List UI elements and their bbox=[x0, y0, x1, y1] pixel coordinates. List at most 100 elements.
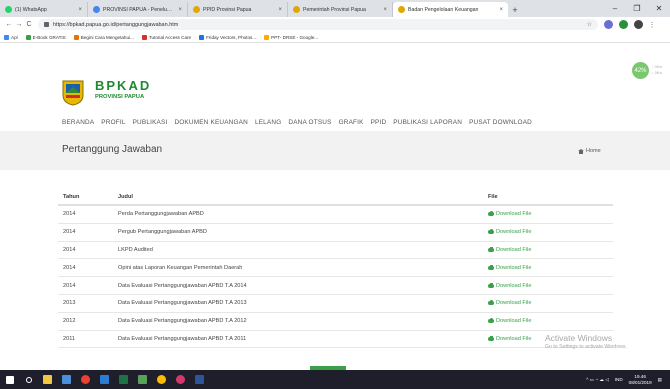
download-file-link[interactable]: Download File bbox=[488, 211, 613, 217]
bookmark-star-icon[interactable]: ☆ bbox=[587, 21, 592, 28]
bookmark-label: Tutorial Access Care bbox=[148, 34, 192, 40]
maximize-icon[interactable]: ❐ bbox=[626, 0, 648, 17]
browser-tab[interactable]: PPID Provinsi Papua × bbox=[188, 2, 288, 17]
tab-label: PPID Provinsi Papua bbox=[203, 6, 252, 13]
table-row: 2014 Pergub Pertanggungjawaban APBD Downlo… bbox=[58, 224, 613, 242]
column-header-judul: Judul bbox=[118, 194, 133, 200]
bookmark-item[interactable]: Apl bbox=[4, 34, 18, 40]
photos-icon[interactable] bbox=[133, 370, 152, 389]
menu-item-lelang[interactable]: LELANG bbox=[255, 119, 281, 126]
bookmark-item[interactable]: Tutorial Access Care bbox=[141, 34, 192, 40]
download-label: Download File bbox=[496, 229, 532, 236]
url-input[interactable]: https://bpkad.papua.go.id/pertanggungjaw… bbox=[38, 19, 598, 30]
language-indicator[interactable]: IND bbox=[615, 377, 623, 382]
table-row: 2012 Data Evaluasi Pertanggungjawaban APB… bbox=[58, 313, 613, 331]
logo-title[interactable]: BPKAD bbox=[95, 78, 151, 93]
search-icon[interactable] bbox=[19, 370, 38, 389]
breadcrumb-home[interactable]: Home bbox=[586, 148, 601, 154]
browser-tab[interactable]: (1) WhatsApp × bbox=[0, 2, 88, 17]
tab-favicon-icon bbox=[93, 6, 100, 13]
table-row: 2013 Data Evaluasi Pertanggungjawaban APB… bbox=[58, 295, 613, 313]
close-window-icon[interactable]: ✕ bbox=[648, 0, 670, 17]
download-file-link[interactable]: Download File bbox=[488, 318, 613, 324]
browser-tab[interactable]: PROVINSI PAPUA - Penelusuran × bbox=[88, 2, 188, 17]
profile-avatar[interactable] bbox=[634, 20, 643, 29]
menu-item-beranda[interactable]: BERANDA bbox=[62, 119, 94, 126]
bookmark-item[interactable]: E-Book GRATIS bbox=[25, 34, 66, 40]
menu-item-grafik[interactable]: GRAFIK bbox=[339, 119, 364, 126]
system-tray: ^ ▭ ◔ ☁ ◁ IND 19.46 08/01/2019 ▤ bbox=[586, 370, 662, 389]
table-header: Tahun Judul File bbox=[58, 190, 613, 206]
bookmark-item[interactable]: Friday Vectors, Photos... bbox=[199, 34, 257, 40]
browser-tab[interactable]: Pemerintah Provinsi Papua × bbox=[288, 2, 393, 17]
forward-icon[interactable]: → bbox=[14, 21, 24, 28]
cell-tahun: 2014 bbox=[63, 211, 76, 218]
menu-item-ppid[interactable]: PPID bbox=[371, 119, 387, 126]
menu-item-dokumen-keuangan[interactable]: DOKUMEN KEUANGAN bbox=[174, 119, 248, 126]
start-icon[interactable] bbox=[0, 370, 19, 389]
menu-item-publikasi[interactable]: PUBLIKASI bbox=[133, 119, 168, 126]
download-file-link[interactable]: Download File bbox=[488, 264, 613, 271]
extension-icon[interactable] bbox=[604, 20, 613, 29]
tab-favicon-icon bbox=[398, 6, 405, 13]
papua-emblem-icon[interactable] bbox=[62, 80, 84, 106]
mail-icon[interactable] bbox=[95, 370, 114, 389]
speed-percent: 42% bbox=[632, 62, 649, 79]
cell-tahun: 2014 bbox=[63, 246, 76, 253]
cloud-download-icon bbox=[488, 264, 494, 270]
logo-subtitle: PROVINSI PAPUA bbox=[95, 94, 145, 100]
download-file-link[interactable]: Download File bbox=[488, 246, 613, 253]
cell-judul: Opini atas Laporan Keuangan Pemerintah D… bbox=[118, 264, 243, 271]
cell-judul: LKPD Audited bbox=[118, 246, 153, 253]
tab-favicon-icon bbox=[193, 6, 200, 13]
word-icon[interactable] bbox=[190, 370, 209, 389]
tab-close-icon[interactable]: × bbox=[383, 7, 387, 13]
back-icon[interactable]: ← bbox=[4, 21, 14, 28]
tab-close-icon[interactable]: × bbox=[499, 7, 503, 13]
documents-table: Tahun Judul File 2014 Perda Pertanggungja… bbox=[58, 190, 613, 349]
tab-label: (1) WhatsApp bbox=[15, 6, 47, 13]
file-explorer-icon[interactable] bbox=[38, 370, 57, 389]
download-file-link[interactable]: Download File bbox=[488, 300, 613, 306]
cloud-download-icon bbox=[488, 300, 494, 306]
settings-icon[interactable] bbox=[57, 370, 76, 389]
home-icon bbox=[578, 148, 584, 154]
minimize-icon[interactable]: – bbox=[604, 0, 626, 17]
menu-item-publikasi-laporan[interactable]: PUBLIKASI LAPORAN bbox=[393, 119, 462, 126]
url-text: https://bpkad.papua.go.id/pertanggungjaw… bbox=[53, 21, 179, 28]
download-label: Download File bbox=[496, 300, 532, 307]
browser-tabbar: (1) WhatsApp × PROVINSI PAPUA - Penelusura… bbox=[0, 0, 670, 17]
app-icon[interactable] bbox=[171, 370, 190, 389]
cell-judul: Data Evaluasi Pertanggungjawaban APBD T.… bbox=[118, 300, 247, 307]
browser-tab[interactable]: Badan Pengelolaan Keuangan × bbox=[393, 2, 508, 17]
menu-item-profil[interactable]: PROFIL bbox=[101, 119, 125, 126]
download-file-link[interactable]: Download File bbox=[488, 229, 613, 235]
bookmark-icon bbox=[141, 34, 147, 40]
tray-icons[interactable]: ^ ▭ ◔ ☁ ◁ bbox=[586, 377, 609, 383]
tab-close-icon[interactable]: × bbox=[278, 7, 282, 13]
menu-icon[interactable]: ⋮ bbox=[647, 21, 657, 29]
breadcrumb[interactable]: Home bbox=[578, 148, 601, 154]
bookmark-item[interactable]: PPT- DRSE - Google... bbox=[264, 34, 318, 40]
chrome-active-icon[interactable] bbox=[152, 370, 171, 389]
bookmark-icon bbox=[264, 34, 270, 40]
notification-icon[interactable]: ▤ bbox=[658, 377, 662, 383]
excel-icon[interactable] bbox=[114, 370, 133, 389]
reload-icon[interactable]: C bbox=[24, 21, 34, 28]
bookmark-item[interactable]: Begini Cara Mengetahui... bbox=[73, 34, 134, 40]
menu-item-dana-otsus[interactable]: DANA OTSUS bbox=[288, 119, 331, 126]
watermark-title: Activate Windows bbox=[545, 333, 613, 343]
menu-item-pusat-download[interactable]: PUSAT DOWNLOAD bbox=[469, 119, 532, 126]
table-row: 2014 Data Evaluasi Pertanggungjawaban APB… bbox=[58, 277, 613, 295]
bookmark-label: Friday Vectors, Photos... bbox=[206, 34, 257, 40]
tab-close-icon[interactable]: × bbox=[178, 7, 182, 13]
tab-close-icon[interactable]: × bbox=[78, 7, 82, 13]
download-file-link[interactable]: Download File bbox=[488, 282, 613, 289]
chrome-icon[interactable] bbox=[76, 370, 95, 389]
new-tab-button[interactable]: + bbox=[508, 2, 522, 17]
extension-icon[interactable] bbox=[619, 20, 628, 29]
lock-icon bbox=[44, 22, 49, 27]
clock[interactable]: 19.46 08/01/2019 bbox=[629, 374, 652, 386]
bookmark-icon bbox=[25, 34, 31, 40]
clock-date: 08/01/2019 bbox=[628, 379, 652, 385]
